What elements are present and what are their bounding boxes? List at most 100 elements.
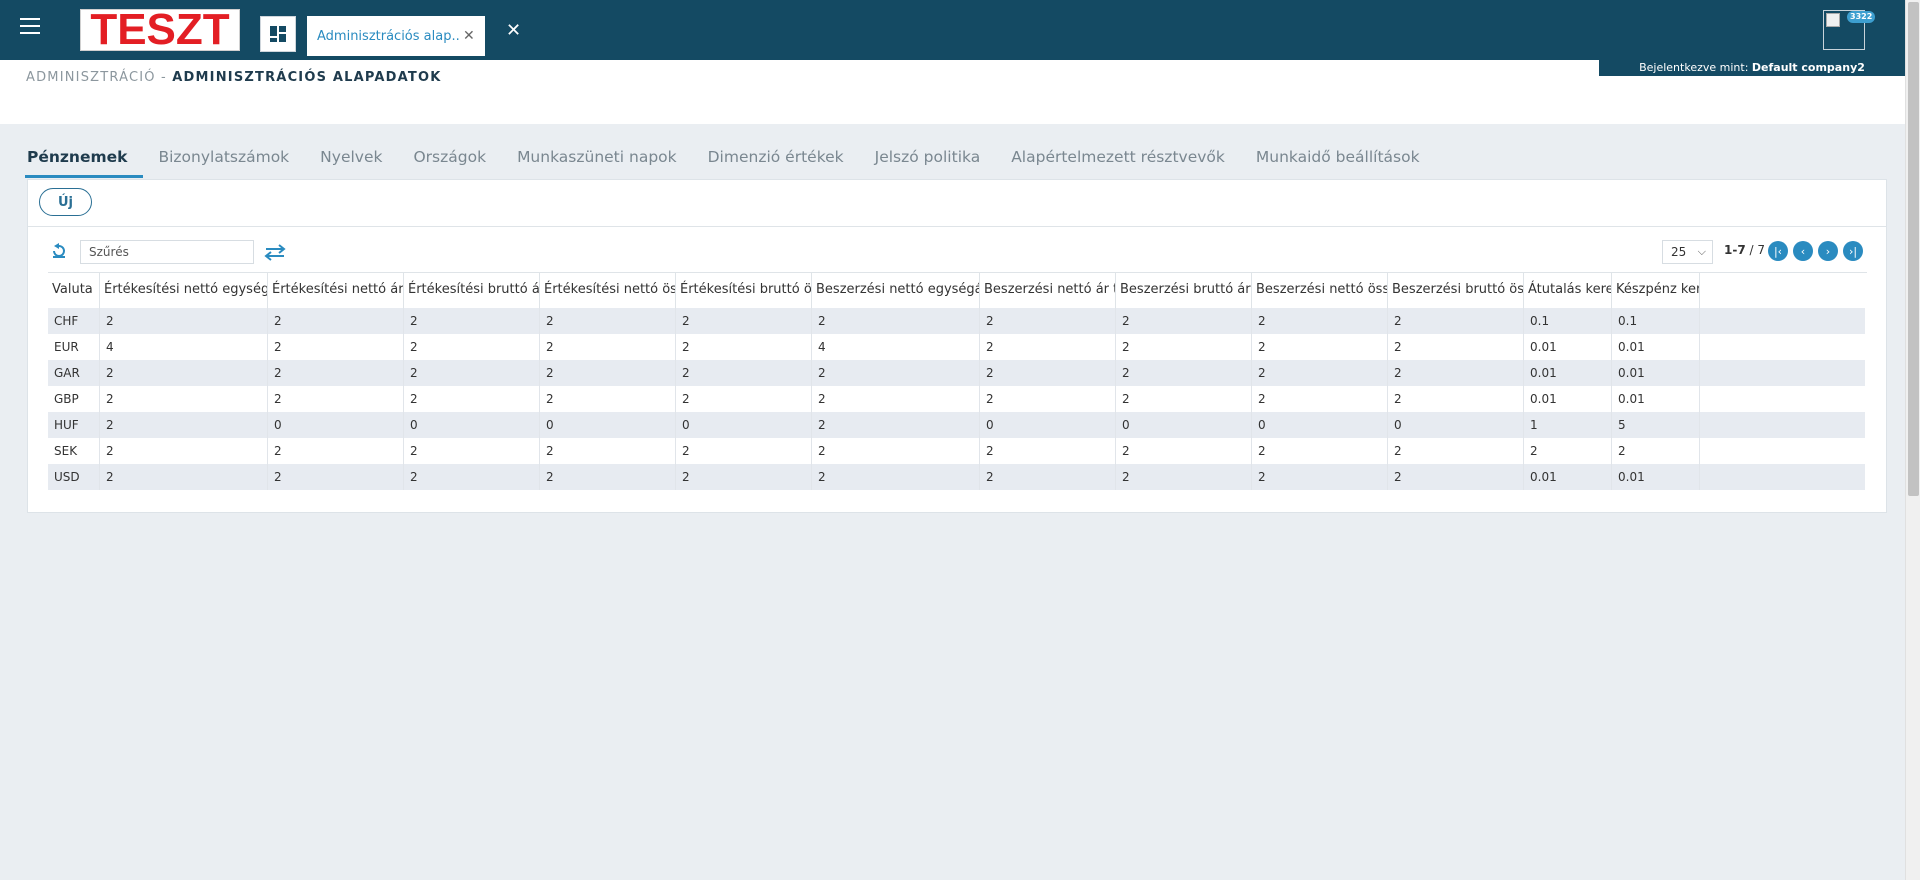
table-cell: 2 [676, 438, 812, 464]
user-menu[interactable]: 3322 [1823, 10, 1876, 50]
table-row[interactable]: CHF 2 2 2 2 2 2 2 2 2 2 0.1 0.1 [48, 308, 1865, 334]
table-row[interactable]: EUR 4 2 2 2 2 4 2 2 2 2 0.01 0.01 [48, 334, 1865, 360]
table-cell: 2 [1252, 334, 1388, 360]
column-header[interactable]: Értékesítési bruttó összeg [676, 273, 812, 309]
tab-2[interactable]: Nyelvek [320, 148, 382, 178]
table-cell: 2 [404, 334, 540, 360]
table-cell: 2 [676, 334, 812, 360]
table-row[interactable]: USD 2 2 2 2 2 2 2 2 2 2 0.01 0.01 [48, 464, 1865, 490]
last-page-icon[interactable]: ›| [1843, 241, 1863, 261]
column-header[interactable]: Átutalás kerekítés [1524, 273, 1612, 309]
page-info: 1-7 / 7 [1724, 243, 1765, 257]
close-all-icon[interactable]: ✕ [506, 22, 521, 40]
new-button[interactable]: Új [39, 188, 92, 216]
currencies-panel: Új 25 ⌵ 1-7 / 7 |‹ ‹ › ›| ValutaÉrtékesí… [27, 179, 1887, 513]
table-cell: 0 [676, 412, 812, 438]
swap-columns-icon[interactable] [264, 242, 286, 262]
next-page-icon[interactable]: › [1818, 241, 1838, 261]
table-cell: 2 [100, 308, 268, 334]
tab-6[interactable]: Jelszó politika [875, 148, 981, 178]
open-tab-admin-basedata[interactable]: Adminisztrációs alap... ✕ [307, 16, 485, 56]
table-cell: 0.01 [1524, 386, 1612, 412]
table-cell: 2 [1388, 438, 1524, 464]
table-cell: 2 [812, 308, 980, 334]
page-size-value: 25 [1671, 245, 1687, 259]
column-header[interactable]: Értékesítési nettó összeg [540, 273, 676, 309]
dashboard-button[interactable] [260, 16, 296, 52]
table-cell: 2 [1388, 360, 1524, 386]
table-cell: 0.1 [1524, 308, 1612, 334]
table-row[interactable]: GBP 2 2 2 2 2 2 2 2 2 2 0.01 0.01 [48, 386, 1865, 412]
first-page-icon[interactable]: |‹ [1768, 241, 1788, 261]
column-header[interactable]: Értékesítési nettó egységár [100, 273, 268, 309]
prev-page-icon[interactable]: ‹ [1793, 241, 1813, 261]
tab-1[interactable]: Bizonylatszámok [158, 148, 289, 178]
table-cell: 2 [100, 464, 268, 490]
dashboard-icon [270, 26, 286, 42]
column-header[interactable]: Készpénz kerekítés [1612, 273, 1700, 309]
table-cell: 2 [812, 360, 980, 386]
table-cell: 2 [1252, 438, 1388, 464]
table-cell: 0 [1116, 412, 1252, 438]
breadcrumb-current: ADMINISZTRÁCIÓS ALAPADATOK [172, 70, 442, 85]
column-header[interactable]: Valuta [48, 273, 100, 309]
table-cell: 4 [812, 334, 980, 360]
tab-7[interactable]: Alapértelmezett résztvevők [1011, 148, 1225, 178]
column-header[interactable]: Beszerzési bruttó ár [1116, 273, 1252, 309]
table-cell: 2 [1252, 386, 1388, 412]
breadcrumb: ADMINISZTRÁCIÓ - ADMINISZTRÁCIÓS ALAPADA… [26, 70, 442, 85]
tab-5[interactable]: Dimenzió értékek [708, 148, 844, 178]
column-header[interactable]: Beszerzési bruttó összeg [1388, 273, 1524, 309]
page-scrollbar[interactable] [1905, 0, 1920, 880]
refresh-icon[interactable] [50, 242, 68, 260]
column-header[interactable]: Értékesítési nettó ár [268, 273, 404, 309]
top-bar: TESZT Adminisztrációs alap... ✕ ✕ 3322 [0, 0, 1905, 60]
table-cell: 2 [100, 360, 268, 386]
menu-icon[interactable] [20, 18, 40, 38]
table-cell: 2 [980, 386, 1116, 412]
table-cell: 2 [404, 360, 540, 386]
table-cell: 5 [1612, 412, 1700, 438]
table-cell: 2 [540, 386, 676, 412]
table-cell: 2 [980, 464, 1116, 490]
table-row[interactable]: HUF 2 0 0 0 0 2 0 0 0 0 1 5 [48, 412, 1865, 438]
table-cell: 2 [980, 334, 1116, 360]
table-cell: 0.01 [1524, 464, 1612, 490]
table-cell: 2 [676, 308, 812, 334]
table-row[interactable]: SEK 2 2 2 2 2 2 2 2 2 2 2 2 [48, 438, 1865, 464]
tab-3[interactable]: Országok [413, 148, 486, 178]
table-row[interactable]: GAR 2 2 2 2 2 2 2 2 2 2 0.01 0.01 [48, 360, 1865, 386]
login-user: Default company2 [1751, 61, 1865, 74]
table-cell: CHF [48, 308, 100, 334]
logged-in-bar: Bejelentkezve mint: Default company2 [1599, 60, 1905, 76]
tab-4[interactable]: Munkaszüneti napok [517, 148, 677, 178]
column-header[interactable]: Beszerzési nettó ár t [980, 273, 1116, 309]
table-cell: 2 [980, 360, 1116, 386]
table-cell: SEK [48, 438, 100, 464]
table-cell: 1 [1524, 412, 1612, 438]
tab-0[interactable]: Pénznemek [24, 148, 144, 178]
tab-8[interactable]: Munkaidő beállítások [1256, 148, 1420, 178]
table-cell: 4 [100, 334, 268, 360]
close-tab-icon[interactable]: ✕ [463, 28, 475, 44]
table-cell: 2 [540, 360, 676, 386]
page-total: / 7 [1749, 243, 1766, 257]
column-header[interactable]: Beszerzési nettó egységár [812, 273, 980, 309]
table-cell: 2 [404, 464, 540, 490]
table-cell: 2 [1612, 438, 1700, 464]
table-cell: 2 [268, 464, 404, 490]
table-cell: 2 [812, 386, 980, 412]
scrollbar-thumb[interactable] [1908, 2, 1919, 496]
breadcrumb-parent[interactable]: ADMINISZTRÁCIÓ - [26, 70, 167, 85]
table-cell: 2 [676, 386, 812, 412]
page-size-select[interactable]: 25 ⌵ [1662, 240, 1713, 264]
table-cell: 2 [812, 464, 980, 490]
filter-input[interactable] [80, 240, 254, 264]
logo[interactable]: TESZT [80, 5, 240, 54]
column-header[interactable]: Értékesítési bruttó ár [404, 273, 540, 309]
table-cell: 2 [268, 360, 404, 386]
column-header[interactable]: Beszerzési nettó összeg [1252, 273, 1388, 309]
table-cell: 2 [1116, 308, 1252, 334]
logo-text: TESZT [90, 5, 230, 54]
table-cell: 2 [268, 386, 404, 412]
